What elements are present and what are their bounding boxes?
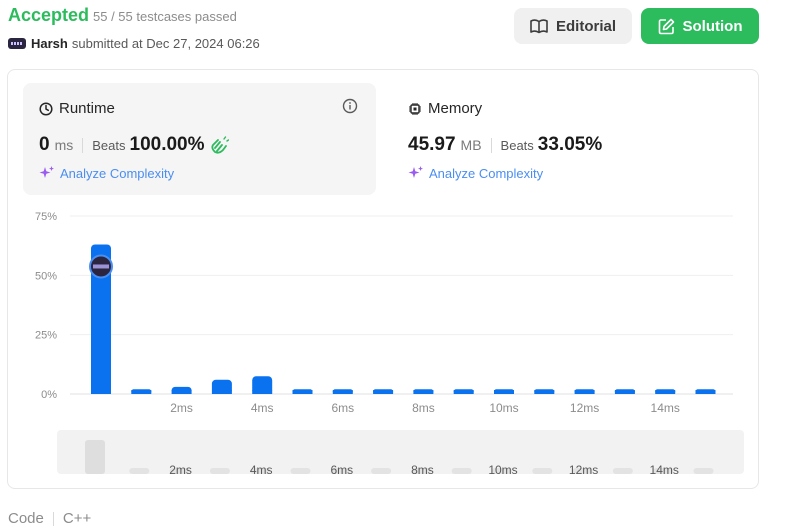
chart-bar-base — [494, 390, 514, 394]
chart-bar-base — [534, 390, 555, 394]
divider — [490, 137, 492, 153]
chart-bar-base — [453, 390, 474, 394]
code-label: Code — [8, 510, 44, 527]
chart-bar-base — [574, 390, 595, 394]
memory-value: 45.97 — [408, 134, 456, 155]
x-tick-label: 14ms — [651, 401, 680, 415]
overview-tick-label: 6ms — [330, 463, 353, 477]
x-tick-label: 10ms — [489, 401, 518, 415]
memory-card[interactable]: Memory 45.97 MB Beats 33.05% Analyze Com… — [392, 83, 745, 195]
sparkle-icon — [39, 166, 54, 178]
username[interactable]: Harsh — [31, 36, 68, 51]
memory-unit: MB — [460, 137, 482, 153]
clap-icon — [210, 136, 229, 154]
solution-label: Solution — [682, 17, 743, 35]
overview-bar — [451, 468, 472, 474]
analyze-label: Analyze Complexity — [429, 165, 544, 181]
chart-bar-base — [413, 390, 434, 394]
memory-analyze-link[interactable]: Analyze Complexity — [408, 165, 543, 181]
memory-title: Memory — [428, 100, 483, 117]
status-title: Accepted — [8, 5, 90, 25]
y-tick-label: 25% — [35, 330, 57, 342]
y-tick-label: 75% — [35, 211, 57, 223]
overview-bar — [612, 468, 633, 474]
chart-bar-base — [171, 390, 192, 394]
info-icon[interactable] — [342, 98, 358, 114]
chart-bar-base — [292, 390, 313, 394]
runtime-beats-value: 100.00% — [129, 134, 205, 155]
runtime-value: 0 — [39, 134, 50, 155]
y-tick-label: 0% — [41, 389, 57, 401]
x-tick-label: 4ms — [251, 401, 274, 415]
chart-bar-base — [131, 390, 152, 394]
chart-bar-base — [695, 390, 716, 394]
editorial-button[interactable]: Editorial — [514, 8, 632, 44]
runtime-unit: ms — [54, 137, 74, 153]
chip-icon — [409, 102, 421, 115]
divider — [82, 137, 84, 153]
memory-beats-value: 33.05% — [537, 134, 603, 155]
runtime-analyze-link[interactable]: Analyze Complexity — [39, 165, 174, 181]
user-avatar-glyph — [93, 264, 109, 269]
analyze-label: Analyze Complexity — [60, 165, 175, 181]
overview-bar — [290, 468, 311, 474]
chart-bar-base — [373, 390, 394, 394]
testcases-passed: 55 / 55 testcases passed — [93, 9, 237, 24]
x-tick-label: 8ms — [412, 401, 435, 415]
overview-tick-label: 12ms — [569, 463, 598, 477]
y-tick-label: 50% — [35, 270, 57, 282]
submission-meta: Harsh submitted at Dec 27, 2024 06:26 — [8, 36, 260, 51]
submitted-time: submitted at Dec 27, 2024 06:26 — [71, 36, 260, 51]
chart-bar-base — [91, 390, 111, 394]
overview-tick-label: 14ms — [650, 463, 679, 477]
chart-bar-base — [332, 390, 353, 394]
chart-bar-base — [252, 390, 273, 394]
overview-bar — [209, 468, 230, 474]
chart-bar-base — [655, 390, 676, 394]
chart-bar-base — [211, 390, 232, 394]
runtime-card[interactable]: Runtime 0 ms Beats 100.00% Analyze Compl… — [23, 83, 376, 195]
overview-tick-label: 8ms — [411, 463, 434, 477]
chart-bar-base — [614, 390, 635, 394]
overview-tick-label: 4ms — [250, 463, 273, 477]
clock-icon — [39, 101, 53, 116]
overview-bar — [85, 440, 105, 474]
overview-bar — [532, 468, 553, 474]
book-icon — [530, 18, 548, 33]
overview-tick-label: 10ms — [488, 463, 517, 477]
edit-icon — [658, 18, 674, 34]
x-tick-label: 2ms — [170, 401, 193, 415]
memory-beats-label: Beats — [500, 138, 534, 153]
overview-bar — [693, 468, 714, 474]
overview-bar — [129, 468, 150, 474]
avatar[interactable] — [8, 38, 26, 49]
overview-strip[interactable] — [57, 430, 744, 474]
code-language-line: Code C++ — [8, 510, 91, 527]
divider — [52, 511, 54, 526]
runtime-title: Runtime — [59, 100, 115, 117]
sparkle-icon — [408, 166, 423, 178]
editorial-label: Editorial — [555, 17, 616, 35]
x-tick-label: 6ms — [331, 401, 354, 415]
solution-button[interactable]: Solution — [641, 8, 759, 44]
x-tick-label: 12ms — [570, 401, 599, 415]
language-label: C++ — [62, 510, 92, 527]
overview-tick-label: 2ms — [169, 463, 192, 477]
runtime-beats-label: Beats — [92, 138, 126, 153]
overview-bar — [371, 468, 392, 474]
